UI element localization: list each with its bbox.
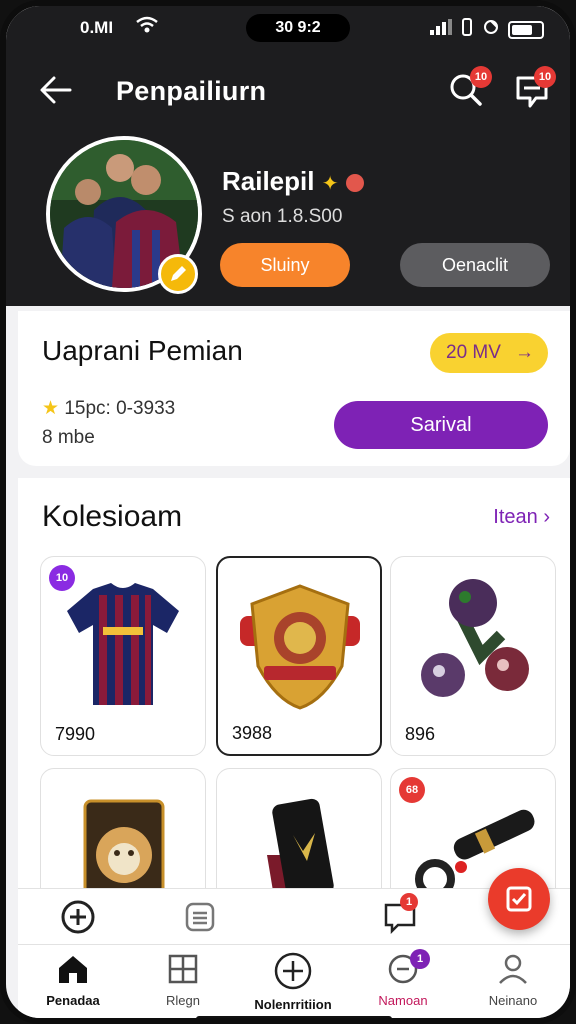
chevron-right-icon: › — [543, 506, 550, 528]
shield-crest-icon — [240, 584, 360, 710]
nav-label: Neinano — [488, 993, 538, 1008]
bottom-navigation: Penadaa Rlegn Nolenrritiion 1 Namoan Nei… — [18, 944, 570, 1018]
medal-icon — [345, 174, 364, 193]
signal-icon — [430, 19, 452, 40]
pencil-icon — [171, 266, 186, 281]
summary-stat-line-2: 8 mbe — [42, 427, 95, 448]
jersey-icon — [67, 583, 179, 705]
inbox-button[interactable]: 10 — [512, 66, 556, 114]
summary-pill-label: 20 MV — [446, 342, 501, 363]
edit-avatar-button[interactable] — [158, 254, 198, 294]
back-button[interactable] — [38, 72, 78, 112]
search-badge: 10 — [470, 66, 492, 88]
status-right — [430, 18, 544, 41]
wifi-icon — [136, 16, 158, 39]
list-button[interactable] — [182, 899, 218, 935]
summary-title: Uaprani Pemian — [42, 335, 243, 366]
nav-item-profile[interactable]: Neinano — [458, 951, 568, 1018]
floating-action-button[interactable] — [488, 868, 550, 930]
status-time: 0.MI — [80, 18, 114, 37]
profile-name: Railepil — [222, 166, 315, 196]
nav-item-create[interactable]: Nolenrritiion — [238, 951, 348, 1018]
summary-card: Uaprani Pemian 20 MV → ★ 15pc: 0-3933 8 … — [18, 311, 570, 466]
summary-stat-line: ★ 15pc: 0-3933 — [42, 397, 175, 420]
nav-label: Penadaa — [46, 993, 100, 1008]
collection-title: Kolesioam — [42, 500, 183, 533]
nav-item-grid[interactable]: Rlegn — [128, 951, 238, 1018]
item-price: 896 — [405, 724, 436, 744]
add-button[interactable] — [60, 899, 96, 935]
item-price: 3988 — [232, 723, 273, 743]
collection-item[interactable]: 3988 — [216, 556, 382, 756]
collection-item[interactable]: 896 — [390, 556, 556, 756]
collection-item[interactable]: 10 7990 — [40, 556, 206, 756]
battery-icon — [508, 20, 544, 39]
nav-label: Nolenrritiion — [254, 997, 332, 1012]
checklist-icon — [506, 886, 532, 912]
phone-screen: 0.MI 30 9:2 Penpailiurn 10 10 Railepil ✦… — [0, 0, 576, 1024]
chat-badge: 1 — [410, 949, 430, 969]
profile-name-row: Railepil ✦ — [222, 166, 364, 197]
nav-item-home[interactable]: Penadaa — [18, 951, 128, 1018]
collection-section: Kolesioam Itean › 10 7990 3988 896 68 — [18, 478, 570, 968]
grid-icon — [168, 954, 198, 984]
collection-see-all-link[interactable]: Itean › — [493, 506, 550, 529]
profile-subtitle: S aon 1.8.S00 — [222, 206, 343, 227]
summary-action-button[interactable]: Sarival — [334, 401, 548, 449]
plus-circle-icon — [274, 952, 312, 990]
location-icon — [482, 18, 500, 41]
battery-level — [512, 24, 532, 35]
user-icon — [499, 954, 527, 984]
arrow-right-icon: → — [515, 342, 534, 363]
top-app-bar: Penpailiurn 10 10 — [6, 66, 570, 116]
arrow-left-icon — [40, 76, 72, 104]
plus-circle-icon — [61, 900, 95, 934]
messages-badge: 1 — [400, 893, 418, 911]
search-button[interactable]: 10 — [446, 66, 492, 114]
data-icon — [460, 18, 474, 41]
nav-item-chat[interactable]: 1 Namoan — [348, 949, 458, 1018]
collection-link-label: Itean — [493, 506, 538, 528]
summary-pill-button[interactable]: 20 MV → — [430, 333, 548, 373]
messages-button[interactable]: 1 — [382, 893, 418, 935]
inbox-badge: 10 — [534, 66, 556, 88]
summary-stat-text: 15pc: 0-3933 — [64, 398, 176, 419]
secondary-profile-button[interactable]: Oenaclit — [400, 243, 550, 287]
list-icon — [185, 902, 215, 932]
status-bar: 0.MI 30 9:2 — [6, 14, 570, 44]
item-price: 7990 — [55, 724, 96, 744]
status-center: 30 9:2 — [246, 14, 350, 42]
page-title: Penpailiurn — [116, 76, 267, 106]
star-icon: ★ — [42, 398, 60, 419]
nav-label: Namoan — [378, 993, 428, 1008]
primary-profile-button[interactable]: Sluiny — [220, 243, 350, 287]
home-icon — [59, 956, 87, 983]
star-icon: ✦ — [321, 173, 339, 195]
nav-label: Rlegn — [166, 993, 200, 1008]
home-indicator[interactable] — [196, 1016, 392, 1018]
balls-stand-icon — [421, 579, 529, 697]
